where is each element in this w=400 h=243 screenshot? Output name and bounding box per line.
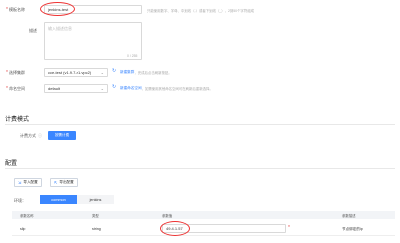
description-counter: 0 / 255 bbox=[127, 54, 138, 58]
tab-jenkins[interactable]: jenkins bbox=[77, 195, 114, 204]
cluster-select[interactable]: cce-test (v1.9.7-r1.vpc2) ⌄ bbox=[44, 68, 108, 77]
annotation-circle bbox=[40, 2, 75, 16]
billing-mode-label: 计费方式 ⓘ bbox=[20, 133, 42, 139]
export-icon: ⇱ bbox=[54, 180, 58, 185]
description-label: 描述 bbox=[29, 28, 37, 33]
template-name-label: * 模板名称 bbox=[6, 7, 25, 13]
config-section-title: 配置 bbox=[5, 161, 18, 167]
col-header-value: 参数值 bbox=[162, 214, 173, 218]
refresh-icon[interactable]: ↻ bbox=[112, 68, 116, 74]
export-config-button[interactable]: ⇱ 导出配置 bbox=[50, 178, 78, 187]
question-circle-icon[interactable]: ⓘ bbox=[38, 133, 42, 139]
col-header-type: 类型 bbox=[92, 214, 99, 218]
billing-divider bbox=[5, 124, 395, 125]
namespace-select[interactable]: default ⌄ bbox=[44, 84, 108, 93]
annotation-circle bbox=[160, 221, 190, 236]
cell-type: string bbox=[92, 227, 101, 231]
chevron-down-icon: ⌄ bbox=[100, 70, 104, 75]
col-header-name: 参数名称 bbox=[20, 214, 34, 218]
on-demand-button[interactable]: 按需计费 bbox=[48, 131, 76, 140]
create-namespace-link[interactable]: 新建命名空间 bbox=[120, 86, 142, 91]
tab-common[interactable]: common bbox=[40, 195, 77, 204]
template-name-hint: 只能使用数字、字母、中划线（-）或者下划线（_），2到50个字符组成 bbox=[147, 9, 254, 13]
import-config-button[interactable]: ⇲ 导入配置 bbox=[14, 178, 42, 187]
create-cluster-link[interactable]: 新建集群 bbox=[120, 70, 134, 75]
import-icon: ⇲ bbox=[18, 180, 22, 185]
config-divider bbox=[5, 168, 395, 169]
cluster-help: 新建集群 ，完成后点击刷新按钮。 bbox=[120, 70, 172, 75]
billing-section-title: 计费模式 bbox=[5, 117, 30, 123]
namespace-help: 新建命名空间 ，如需使用其他命名空间可在刷新后重新选择。 bbox=[120, 86, 213, 91]
refresh-icon[interactable]: ↻ bbox=[112, 84, 116, 90]
env-label: 环境： bbox=[14, 198, 26, 203]
chevron-down-icon: ⌄ bbox=[100, 86, 104, 91]
namespace-label: * 命名空间 bbox=[6, 86, 25, 92]
cell-desc: 节点绑定的ip bbox=[342, 227, 363, 231]
table-header bbox=[12, 211, 395, 219]
cell-name: slip bbox=[20, 227, 26, 231]
required-marker: * bbox=[288, 225, 290, 231]
cluster-label: * 选择集群 bbox=[6, 70, 25, 76]
col-header-desc: 参数描述 bbox=[342, 214, 356, 218]
